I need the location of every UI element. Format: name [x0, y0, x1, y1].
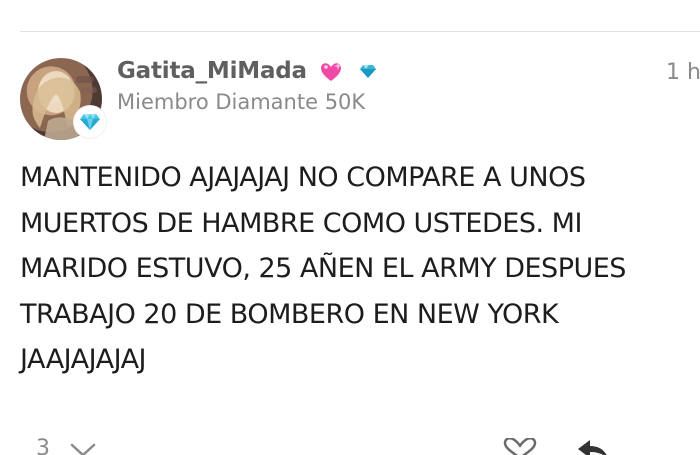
sparkling-heart-icon	[319, 60, 345, 88]
vote-count: 3	[36, 436, 50, 455]
downvote-chevron-icon[interactable]	[70, 442, 96, 455]
like-icon[interactable]	[503, 436, 537, 455]
diamond-icon	[80, 114, 100, 130]
diamond-icon	[359, 64, 377, 83]
membership-status: Miembro Diamante 50K	[117, 90, 366, 114]
avatar-diamond-badge	[74, 106, 106, 138]
username[interactable]: Gatita_MiMada	[117, 58, 307, 84]
post-actions-bar: 3	[0, 432, 700, 455]
post-timestamp: 1 h	[666, 60, 700, 85]
post-content: MANTENIDO AJAJAJAJ NO COMPARE A UNOS MUE…	[20, 162, 626, 375]
post-view: Gatita_MiMada 1 h Miembro Diamante 50K M…	[0, 0, 700, 455]
more-icon[interactable]	[651, 448, 683, 455]
divider	[20, 31, 700, 32]
reply-icon[interactable]	[576, 438, 610, 455]
